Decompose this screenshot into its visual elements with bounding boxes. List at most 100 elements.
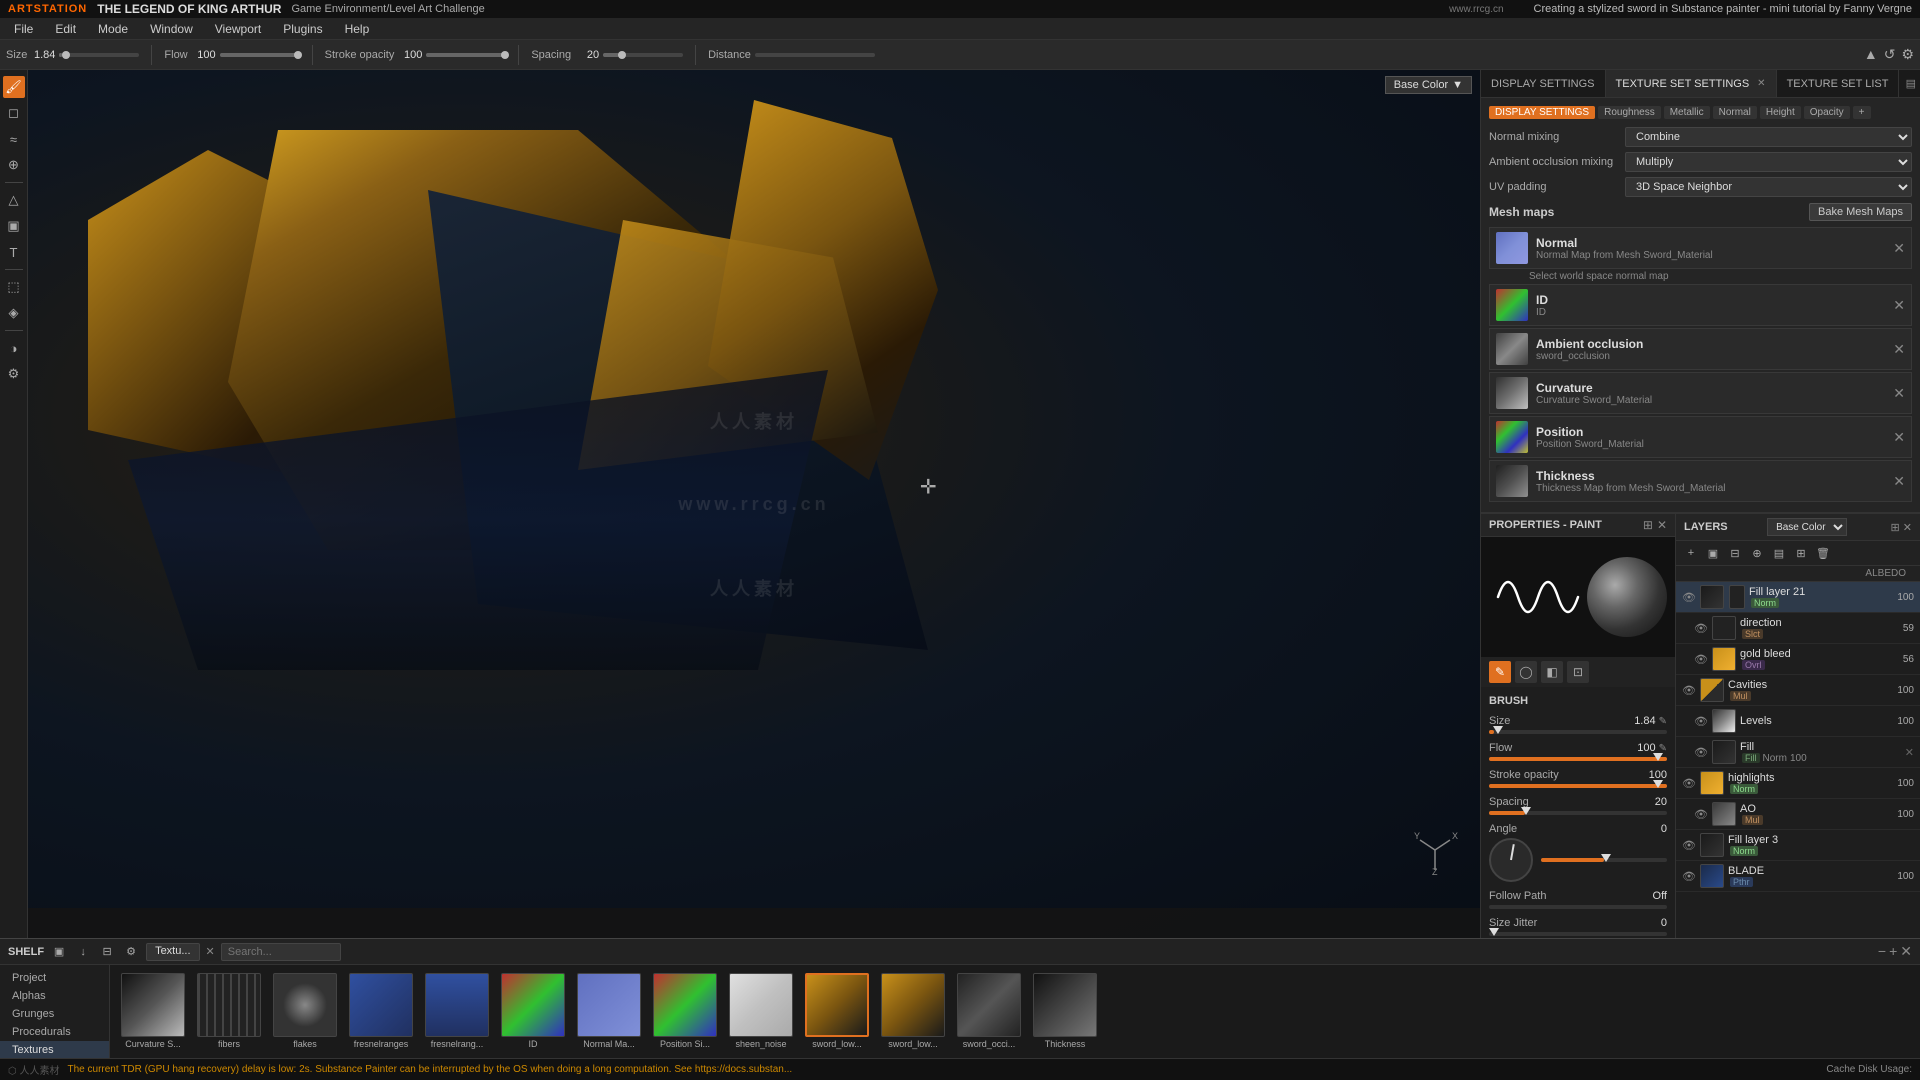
brush-angle-slider[interactable] [1541, 858, 1667, 862]
brush-spacing-slider[interactable] [1489, 811, 1667, 815]
tool-geometry[interactable]: △ [3, 189, 25, 211]
prop-tab-stencil[interactable]: ⊡ [1567, 661, 1589, 683]
ao-mixing-select[interactable]: Multiply [1625, 152, 1912, 172]
tab-texture-close[interactable]: ✕ [1757, 78, 1765, 89]
brush-size-jitter-slider[interactable] [1489, 932, 1667, 936]
layer-fill3-eye[interactable]: 👁 [1682, 839, 1696, 852]
tab-display-settings[interactable]: DISPLAY SETTINGS [1481, 70, 1606, 97]
layer-highlights[interactable]: 👁 highlights Norm 100 [1676, 768, 1920, 799]
shelf-item-fresnel2[interactable]: fresnelrang... [422, 973, 492, 1050]
brush-size-slider[interactable] [1489, 730, 1667, 734]
map-curvature-remove[interactable]: ✕ [1893, 385, 1905, 402]
brush-size-edit[interactable]: ✎ [1659, 716, 1667, 727]
brush-flow-edit[interactable]: ✎ [1659, 743, 1667, 754]
shelf-item-sword-low1[interactable]: sword_low... [802, 973, 872, 1050]
map-normal-remove[interactable]: ✕ [1893, 240, 1905, 257]
shelf-new-btn[interactable]: ▣ [50, 943, 68, 961]
view-mode-selector[interactable]: Base Color ▼ [1385, 76, 1472, 94]
tool-selection[interactable]: ⬚ [3, 276, 25, 298]
shelf-tab[interactable]: Textu... [146, 943, 199, 961]
shelf-nav-alphas[interactable]: Alphas [0, 987, 109, 1005]
layer-gold-bleed[interactable]: 👁 gold bleed Ovrl 56 [1676, 644, 1920, 675]
layer-ao[interactable]: 👁 AO Mul 100 [1676, 799, 1920, 830]
map-position-remove[interactable]: ✕ [1893, 429, 1905, 446]
shelf-item-fresnel1[interactable]: fresnelranges [346, 973, 416, 1050]
shelf-import-btn[interactable]: ↓ [74, 943, 92, 961]
prop-tab-material[interactable]: ◯ [1515, 661, 1537, 683]
brush-stroke-slider[interactable] [1489, 784, 1667, 788]
menu-file[interactable]: File [4, 20, 43, 38]
flow-slider[interactable] [220, 53, 300, 57]
toolbar-icon-3[interactable]: ⚙ [1901, 46, 1914, 63]
stroke-slider[interactable] [426, 53, 506, 57]
tool-smudge[interactable]: ≈ [3, 128, 25, 150]
layers-expand-icon[interactable]: ⊞ [1891, 521, 1900, 534]
shelf-item-sheen[interactable]: sheen_noise [726, 973, 796, 1050]
shelf-item-normal[interactable]: Normal Ma... [574, 973, 644, 1050]
toolbar-icon-2[interactable]: ↺ [1884, 46, 1896, 63]
menu-plugins[interactable]: Plugins [273, 20, 332, 38]
layer-ao-eye[interactable]: 👁 [1694, 808, 1708, 821]
spacing-slider[interactable] [603, 53, 683, 57]
channel-opacity[interactable]: Opacity [1804, 106, 1850, 119]
channel-add[interactable]: + [1853, 106, 1871, 119]
map-ao-remove[interactable]: ✕ [1893, 341, 1905, 358]
brush-angle-wheel[interactable] [1489, 838, 1533, 882]
layer-cavities-eye[interactable]: 👁 [1682, 684, 1696, 697]
prop-tab-brush[interactable]: ✎ [1489, 661, 1511, 683]
shelf-zoom-in-icon[interactable]: + [1889, 943, 1897, 960]
tool-paint[interactable]: 🖌 [3, 76, 25, 98]
layer-fill-3[interactable]: 👁 Fill layer 3 Norm [1676, 830, 1920, 861]
shelf-item-position[interactable]: Position Si... [650, 973, 720, 1050]
layers-delete-btn[interactable]: 🗑 [1814, 544, 1832, 562]
shelf-search-input[interactable] [221, 943, 341, 961]
tool-settings[interactable]: ⚙ [3, 363, 25, 385]
layer-fill-close[interactable]: ✕ [1905, 746, 1914, 759]
tool-eraser[interactable]: ◻ [3, 102, 25, 124]
layer-gold-eye[interactable]: 👁 [1694, 653, 1708, 666]
uv-padding-select[interactable]: 3D Space Neighbor [1625, 177, 1912, 197]
shelf-zoom-out-icon[interactable]: − [1878, 943, 1886, 960]
layers-channel-select[interactable]: Base Color [1767, 518, 1847, 536]
layer-blade-eye[interactable]: 👁 [1682, 870, 1696, 883]
channel-height[interactable]: Height [1760, 106, 1801, 119]
menu-edit[interactable]: Edit [45, 20, 86, 38]
layer-fill[interactable]: 👁 Fill Fill Norm 100 ✕ [1676, 737, 1920, 768]
map-thickness-remove[interactable]: ✕ [1893, 473, 1905, 490]
layer-blade[interactable]: 👁 BLADE Pthr 100 [1676, 861, 1920, 892]
channel-roughness[interactable]: Roughness [1598, 106, 1661, 119]
layers-merge-btn[interactable]: ⊞ [1792, 544, 1810, 562]
size-slider[interactable] [59, 53, 139, 57]
brush-flow-slider[interactable] [1489, 757, 1667, 761]
layer-levels-eye[interactable]: 👁 [1694, 715, 1708, 728]
layers-add-mask-btn[interactable]: ⊟ [1726, 544, 1744, 562]
menu-mode[interactable]: Mode [88, 20, 138, 38]
brush-follow-slider[interactable] [1489, 905, 1667, 909]
shelf-item-fibers[interactable]: fibers [194, 973, 264, 1050]
tool-clone[interactable]: ⊕ [3, 154, 25, 176]
layer-levels[interactable]: 👁 Levels 100 [1676, 706, 1920, 737]
layers-add-btn[interactable]: + [1682, 544, 1700, 562]
channel-metallic[interactable]: Metallic [1664, 106, 1710, 119]
layer-fill-eye[interactable]: 👁 [1694, 746, 1708, 759]
shelf-nav-grunges[interactable]: Grunges [0, 1005, 109, 1023]
layer-highlights-eye[interactable]: 👁 [1682, 777, 1696, 790]
tab-texture-set-list[interactable]: TEXTURE SET LIST [1777, 70, 1900, 97]
shelf-settings-btn[interactable]: ⚙ [122, 943, 140, 961]
shelf-item-curvature[interactable]: Curvature S... [118, 973, 188, 1050]
map-id-remove[interactable]: ✕ [1893, 297, 1905, 314]
menu-viewport[interactable]: Viewport [205, 20, 271, 38]
layers-close-icon[interactable]: ✕ [1903, 521, 1912, 534]
layer-fill21-eye[interactable]: 👁 [1682, 591, 1696, 604]
canvas-area[interactable]: 人人素材 www.rrcg.cn 人人素材 ✛ X Y Z Base Color [28, 70, 1480, 938]
tab-texture-set-settings[interactable]: TEXTURE SET SETTINGS ✕ [1606, 70, 1777, 97]
shelf-filter-btn[interactable]: ⊟ [98, 943, 116, 961]
tool-bake[interactable]: ◑ [3, 337, 25, 359]
layer-cavities[interactable]: 👁 Cavities Mul 100 [1676, 675, 1920, 706]
normal-mixing-select[interactable]: Combine [1625, 127, 1912, 147]
shelf-item-id[interactable]: ID [498, 973, 568, 1050]
channel-base-color[interactable]: DISPLAY SETTINGS [1489, 106, 1595, 119]
menu-help[interactable]: Help [335, 20, 380, 38]
channel-normal[interactable]: Normal [1713, 106, 1757, 119]
shelf-item-thickness[interactable]: Thickness [1030, 973, 1100, 1050]
